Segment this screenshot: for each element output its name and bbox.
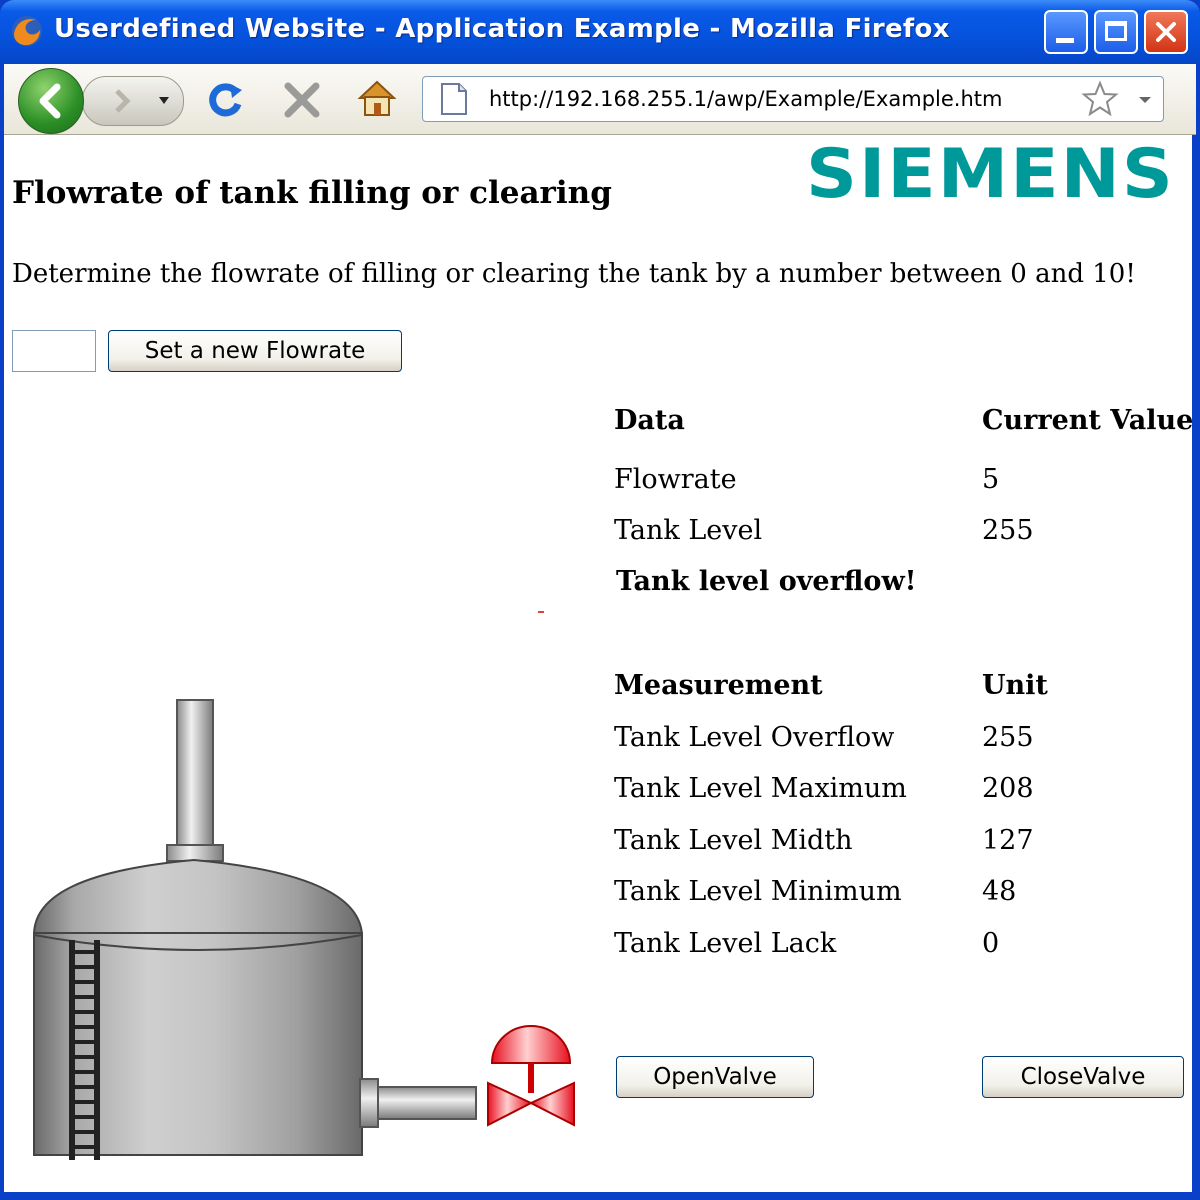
close-valve-button[interactable]: CloseValve	[982, 1056, 1184, 1098]
stop-icon[interactable]	[280, 78, 324, 122]
tank-illustration	[32, 611, 575, 1160]
firefox-icon	[12, 16, 42, 46]
inlet-flange	[166, 844, 224, 862]
overflow-alert: Tank level overflow!	[616, 566, 917, 597]
measurement-label: Tank Level Lack	[614, 928, 837, 959]
close-window-button[interactable]	[1144, 10, 1188, 54]
unit-header: Unit	[982, 670, 1048, 701]
home-icon[interactable]	[354, 76, 400, 122]
measurement-value: 208	[982, 773, 1034, 804]
minimize-icon	[1056, 38, 1074, 43]
maximize-button[interactable]	[1094, 10, 1138, 54]
close-icon	[1156, 22, 1176, 42]
measurement-value: 255	[982, 722, 1034, 753]
window-title: Userdefined Website - Application Exampl…	[54, 14, 950, 44]
flowrate-value: 5	[982, 464, 1000, 495]
page-content: SIEMENS Flowrate of tank filling or clea…	[4, 135, 1194, 1192]
outlet-pipe	[363, 1086, 477, 1120]
tank-dome	[32, 858, 364, 936]
forward-arrow-icon	[115, 89, 169, 113]
measurement-label: Tank Level Midth	[614, 825, 853, 856]
back-arrow-icon	[39, 83, 61, 119]
siemens-logo: SIEMENS	[806, 135, 1175, 214]
navigation-toolbar: http://192.168.255.1/awp/Example/Example…	[4, 64, 1196, 135]
measurement-label: Tank Level Minimum	[614, 876, 902, 907]
back-button[interactable]	[18, 68, 84, 134]
measurement-value: 127	[982, 825, 1034, 856]
tank-level-label: Tank Level	[614, 515, 763, 546]
forward-button[interactable]	[82, 76, 184, 126]
tank-body	[32, 699, 477, 1156]
title-bar: Userdefined Website - Application Exampl…	[0, 0, 1200, 64]
measurement-value: 48	[982, 876, 1017, 907]
open-valve-button[interactable]: OpenValve	[616, 1056, 814, 1098]
measurement-header: Measurement	[614, 670, 823, 701]
current-value-header: Current Value	[982, 405, 1194, 436]
maximize-icon	[1105, 21, 1127, 41]
page-icon	[441, 83, 467, 115]
flowrate-label: Flowrate	[614, 464, 737, 495]
measurement-label: Tank Level Overflow	[614, 722, 895, 753]
valve-icon[interactable]	[487, 1025, 575, 1127]
inlet-pipe	[176, 699, 214, 851]
browser-window: Userdefined Website - Application Exampl…	[0, 0, 1200, 1200]
reload-icon[interactable]	[204, 78, 248, 122]
bookmark-star-icon[interactable]	[1081, 80, 1119, 118]
measurement-label: Tank Level Maximum	[614, 773, 907, 804]
url-text: http://192.168.255.1/awp/Example/Example…	[489, 87, 1003, 111]
data-header: Data	[614, 405, 685, 436]
measurement-value: 0	[982, 928, 1000, 959]
url-dropdown-icon[interactable]	[1135, 90, 1155, 110]
tank-level-value: 255	[982, 515, 1034, 546]
outlet-flange	[359, 1078, 379, 1128]
minimize-button[interactable]	[1044, 10, 1088, 54]
level-marker	[538, 611, 544, 613]
address-bar[interactable]: http://192.168.255.1/awp/Example/Example…	[422, 76, 1164, 122]
